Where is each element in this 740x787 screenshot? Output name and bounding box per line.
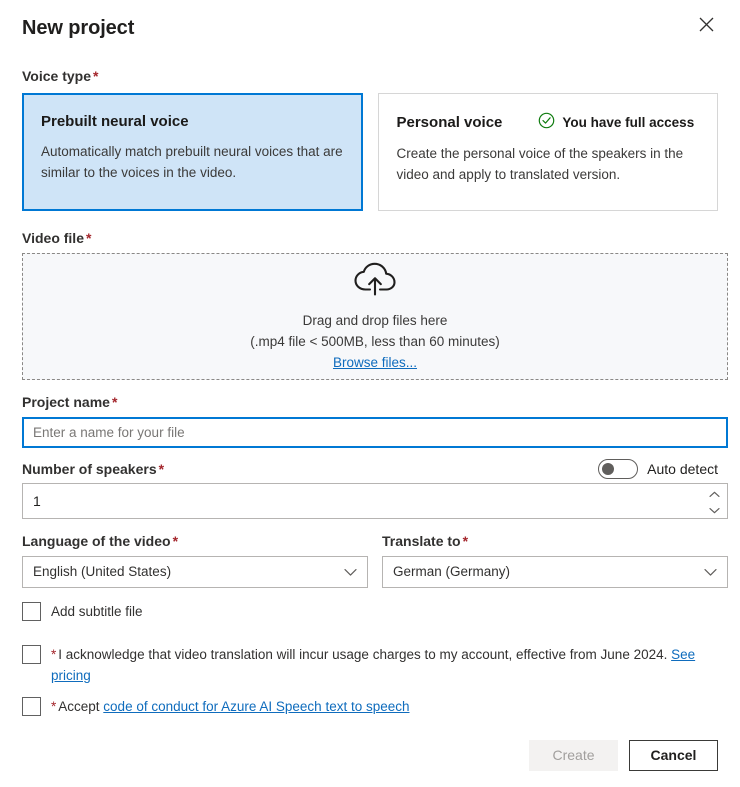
- chevron-down-icon: [709, 502, 720, 517]
- required-asterisk: *: [84, 230, 91, 246]
- target-language-field: Translate to* German (Germany): [382, 531, 728, 588]
- acknowledge-body: I acknowledge that video translation wil…: [58, 647, 671, 662]
- speakers-section: Number of speakers* Auto detect: [22, 459, 718, 519]
- source-language-value: English (United States): [33, 562, 344, 582]
- add-subtitle-label: Add subtitle file: [51, 601, 143, 622]
- dialog-footer: Create Cancel: [529, 740, 718, 771]
- project-name-label-text: Project name: [22, 394, 110, 410]
- card-header: Prebuilt neural voice: [41, 112, 344, 132]
- voice-type-label-text: Voice type: [22, 68, 91, 84]
- target-language-select[interactable]: German (Germany): [382, 556, 728, 588]
- required-asterisk: *: [110, 394, 117, 410]
- source-language-label: Language of the video*: [22, 531, 368, 556]
- cloud-upload-icon: [353, 261, 397, 302]
- toggle-knob: [602, 463, 614, 475]
- source-language-select[interactable]: English (United States): [22, 556, 368, 588]
- voice-type-card-personal-voice[interactable]: Personal voice You have full access Crea…: [378, 93, 719, 211]
- add-subtitle-row: Add subtitle file: [22, 601, 718, 622]
- video-file-section: Video file* Drag and drop files here (.m…: [22, 228, 718, 380]
- required-asterisk: *: [461, 533, 468, 549]
- speakers-input[interactable]: [23, 493, 701, 509]
- dropzone-primary-text: Drag and drop files here: [303, 310, 448, 331]
- close-icon: [699, 17, 714, 35]
- languages-section: Language of the video* English (United S…: [22, 531, 718, 588]
- video-file-label-text: Video file: [22, 230, 84, 246]
- target-language-value: German (Germany): [393, 562, 704, 582]
- speakers-label: Number of speakers*: [22, 459, 164, 479]
- add-subtitle-checkbox[interactable]: [22, 602, 41, 621]
- check-circle-icon: [538, 112, 555, 134]
- acknowledge-text: *I acknowledge that video translation wi…: [51, 644, 718, 686]
- status-badge-label: You have full access: [562, 114, 694, 132]
- video-file-label: Video file*: [22, 228, 718, 253]
- close-button[interactable]: [690, 10, 722, 42]
- subtitle-section: Add subtitle file: [22, 601, 718, 622]
- dialog-header: New project: [22, 0, 718, 56]
- code-of-conduct-link[interactable]: code of conduct for Azure AI Speech text…: [103, 699, 409, 714]
- target-language-label-text: Translate to: [382, 533, 461, 549]
- project-name-label: Project name*: [22, 392, 718, 417]
- code-of-conduct-body: Accept: [58, 699, 103, 714]
- status-badge: You have full access: [538, 112, 694, 134]
- source-language-field: Language of the video* English (United S…: [22, 531, 368, 588]
- card-header: Personal voice You have full access: [397, 112, 700, 134]
- voice-type-card-prebuilt-neural-voice[interactable]: Prebuilt neural voice Automatically matc…: [22, 93, 363, 211]
- voice-type-label: Voice type*: [22, 66, 718, 91]
- acknowledge-row: *I acknowledge that video translation wi…: [22, 644, 718, 686]
- required-asterisk: *: [157, 461, 164, 477]
- stepper-buttons: [701, 484, 727, 518]
- card-title: Personal voice: [397, 113, 503, 133]
- voice-type-section: Voice type* Prebuilt neural voice Automa…: [22, 66, 718, 211]
- code-of-conduct-checkbox[interactable]: [22, 697, 41, 716]
- chevron-down-icon: [704, 568, 717, 577]
- source-language-label-text: Language of the video: [22, 533, 171, 549]
- chevron-up-icon: [709, 486, 720, 501]
- project-name-input[interactable]: [22, 417, 728, 448]
- speakers-label-text: Number of speakers: [22, 461, 157, 477]
- voice-type-cards: Prebuilt neural voice Automatically matc…: [22, 93, 718, 211]
- acknowledge-checkbox[interactable]: [22, 645, 41, 664]
- dropzone-constraints-text: (.mp4 file < 500MB, less than 60 minutes…: [250, 331, 500, 352]
- card-description: Create the personal voice of the speaker…: [397, 143, 700, 185]
- speakers-decrement-button[interactable]: [705, 504, 723, 515]
- new-project-dialog: New project Voice type* Prebuilt neural …: [0, 0, 740, 787]
- speakers-increment-button[interactable]: [705, 488, 723, 499]
- required-asterisk: *: [171, 533, 178, 549]
- file-dropzone[interactable]: Drag and drop files here (.mp4 file < 50…: [22, 253, 728, 380]
- required-asterisk: *: [91, 68, 98, 84]
- page-title: New project: [22, 14, 134, 42]
- auto-detect-toggle[interactable]: [598, 459, 638, 479]
- auto-detect-toggle-wrap: Auto detect: [598, 459, 718, 479]
- card-title: Prebuilt neural voice: [41, 112, 189, 132]
- legal-section: *I acknowledge that video translation wi…: [22, 644, 718, 717]
- speakers-header-row: Number of speakers* Auto detect: [22, 459, 718, 483]
- create-button[interactable]: Create: [529, 740, 618, 771]
- cancel-button[interactable]: Cancel: [629, 740, 718, 771]
- browse-files-link[interactable]: Browse files...: [333, 352, 417, 373]
- chevron-down-icon: [344, 568, 357, 577]
- card-description: Automatically match prebuilt neural voic…: [41, 141, 344, 183]
- project-name-section: Project name*: [22, 392, 718, 448]
- speakers-stepper[interactable]: [22, 483, 728, 519]
- auto-detect-label: Auto detect: [647, 459, 718, 479]
- target-language-label: Translate to*: [382, 531, 728, 556]
- code-of-conduct-row: *Accept code of conduct for Azure AI Spe…: [22, 696, 718, 717]
- code-of-conduct-text: *Accept code of conduct for Azure AI Spe…: [51, 696, 410, 717]
